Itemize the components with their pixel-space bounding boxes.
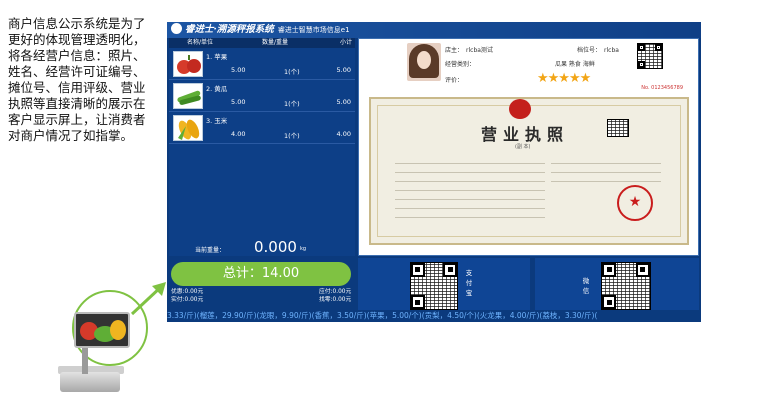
license-title: 营业执照 bbox=[481, 125, 570, 144]
weight-label: 当前重量： bbox=[195, 247, 226, 254]
title-bar: 睿进士·溯源秤报系统 睿进士智慧市场信息e1 bbox=[167, 22, 701, 38]
shop-owner: 店主： rlcba测试 bbox=[445, 45, 493, 54]
business-category: 经营类别： bbox=[445, 59, 475, 68]
category-value: 瓜果 熟食 海鲜 bbox=[555, 61, 595, 68]
cucumber-image bbox=[173, 83, 203, 109]
product-row[interactable]: 2. 黄瓜 5.00 1(个) 5.00 bbox=[169, 80, 355, 112]
product-list-header: 名称/单位 数量/重量 小计 bbox=[169, 38, 355, 48]
wechat-panel[interactable]: 微信 bbox=[535, 258, 699, 314]
stall-label: 档位号： bbox=[577, 47, 602, 54]
product-list: 名称/单位 数量/重量 小计 1. 苹果 5.00 1(个) 5.00 2. 黄… bbox=[169, 38, 355, 256]
product-price: 5.00 bbox=[231, 66, 246, 74]
total-value: 14.00 bbox=[261, 266, 300, 281]
license-serial: No. 0123456789 bbox=[641, 85, 683, 91]
weight-unit: kg bbox=[300, 246, 307, 252]
product-row[interactable]: 3. 玉米 4.00 1(个) 4.00 bbox=[169, 112, 355, 144]
stall-value: rlcba bbox=[604, 47, 619, 54]
app-subtitle: 睿进士智慧市场信息e1 bbox=[277, 26, 350, 34]
rating-label: 评价： bbox=[445, 77, 464, 84]
product-subtotal: 5.00 bbox=[336, 98, 351, 106]
category-label: 经营类别： bbox=[445, 61, 476, 68]
app-brand: 睿进士·溯源秤报系统 bbox=[185, 24, 274, 35]
product-name: 3. 玉米 bbox=[206, 117, 228, 125]
product-qty: 1(个) bbox=[284, 68, 300, 76]
total-label: 总计： bbox=[222, 266, 262, 281]
alipay-qr-code[interactable] bbox=[410, 262, 458, 310]
merchant-info-panel: 店主： rlcba测试 档位号： rlcba 经营类别： 瓜果 熟食 海鲜 评价： … bbox=[358, 38, 699, 256]
description-text: 商户信息公示系统是为了更好的体现管理透明化，将各经营户信息：照片、姓名、经营许可… bbox=[8, 16, 146, 143]
product-price: 4.00 bbox=[231, 130, 246, 138]
rating-stars: ★★★★★ bbox=[537, 71, 591, 86]
apple-image bbox=[173, 51, 203, 77]
product-subtotal: 4.00 bbox=[336, 130, 351, 138]
product-name: 2. 黄瓜 bbox=[206, 85, 228, 93]
col-subtotal: 小计 bbox=[339, 39, 352, 46]
col-name: 名称/单位 bbox=[186, 39, 214, 46]
wechat-qr-code[interactable] bbox=[601, 262, 651, 310]
paid: 实付:0.00元 bbox=[171, 297, 204, 303]
app-logo-icon bbox=[171, 23, 182, 34]
product-row[interactable]: 1. 苹果 5.00 1(个) 5.00 bbox=[169, 48, 355, 80]
license-qr-code bbox=[607, 119, 629, 137]
weight-display: 当前重量： 0.000 kg bbox=[169, 236, 355, 258]
arrow-icon bbox=[130, 282, 166, 316]
total-bar: 总计：14.00 bbox=[171, 262, 351, 286]
weight-value: 0.000 bbox=[254, 238, 297, 256]
wechat-label: 微信 bbox=[582, 277, 590, 295]
business-license-image: No. 0123456789 营业执照 (副 本) ★ bbox=[369, 85, 689, 245]
change: 找零:0.00元 bbox=[319, 297, 352, 303]
alipay-panel[interactable]: 支付宝 bbox=[358, 258, 530, 314]
col-qty: 数量/重量 bbox=[261, 39, 289, 46]
alipay-label: 支付宝 bbox=[465, 269, 473, 297]
product-subtotal: 5.00 bbox=[336, 66, 351, 74]
stall-number: 档位号： rlcba bbox=[577, 45, 619, 54]
product-qty: 1(个) bbox=[284, 100, 300, 108]
product-qty: 1(个) bbox=[284, 132, 300, 140]
corn-image bbox=[173, 115, 203, 141]
official-seal-icon: ★ bbox=[617, 185, 653, 221]
product-name: 1. 苹果 bbox=[206, 53, 228, 61]
national-emblem-icon bbox=[509, 99, 531, 119]
shop-owner-value: rlcba测试 bbox=[466, 47, 493, 54]
license-copy: (副 本) bbox=[515, 144, 531, 150]
merchant-avatar bbox=[407, 43, 441, 81]
merchant-qr-code[interactable] bbox=[637, 43, 663, 69]
product-price: 5.00 bbox=[231, 98, 246, 106]
app-window: 睿进士·溯源秤报系统 睿进士智慧市场信息e1 名称/单位 数量/重量 小计 1. … bbox=[167, 22, 701, 320]
price-ticker: 3.33/斤)(榴莲，29.90/斤)(龙眼，9.90/斤)(香蕉，3.50/斤… bbox=[167, 310, 701, 322]
shop-owner-label: 店主： bbox=[445, 47, 464, 54]
